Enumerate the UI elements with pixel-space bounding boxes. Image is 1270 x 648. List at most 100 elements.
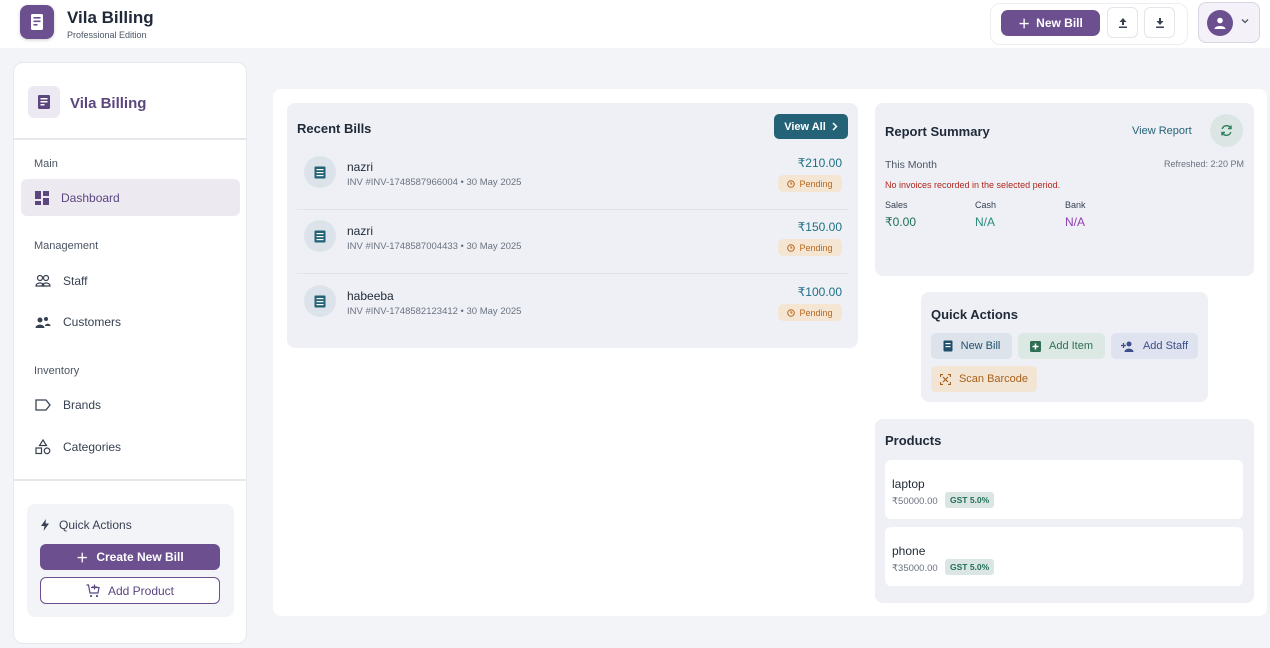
user-plus-icon (1120, 341, 1134, 352)
top-bar: Vila Billing Professional Edition ＋ New … (0, 0, 1270, 48)
product-price: ₹35000.00 (892, 563, 938, 574)
bill-row[interactable]: habeeba INV #INV-1748582123412 • 30 May … (297, 275, 848, 339)
invoice-icon (304, 285, 336, 317)
report-summary-card: Report Summary View Report This Month Re… (875, 103, 1254, 276)
status-badge: Pending (778, 239, 842, 256)
report-period: This Month (885, 159, 937, 171)
download-button[interactable] (1144, 7, 1175, 38)
bill-customer-name: habeeba (347, 289, 394, 303)
stat-value: N/A (975, 215, 996, 229)
clock-icon (787, 308, 796, 317)
sidebar-item-dashboard[interactable]: Dashboard (21, 179, 240, 216)
bill-invoice-meta: INV #INV-1748587004433 • 30 May 2025 (347, 241, 522, 252)
quick-actions-heading: Quick Actions (41, 518, 132, 532)
refreshed-time: Refreshed: 2:20 PM (1163, 159, 1244, 169)
qa-scan-barcode-button[interactable]: Scan Barcode (931, 366, 1037, 392)
stat-cash: Cash N/A (975, 200, 997, 229)
clock-icon (787, 243, 796, 252)
sidebar-item-label: Brands (63, 397, 102, 412)
bill-amount: ₹150.00 (797, 220, 842, 234)
plus-icon: ＋ (1018, 16, 1031, 31)
qa-new-bill-button[interactable]: New Bill (931, 333, 1012, 359)
gst-badge: GST 5.0% (945, 559, 995, 575)
bill-row[interactable]: nazri INV #INV-1748587966004 • 30 May 20… (297, 146, 848, 210)
quick-actions-card: Quick Actions New Bill Add Item Add Staf… (921, 292, 1208, 402)
bill-amount: ₹100.00 (797, 285, 842, 299)
sidebar-item-label: Staff (63, 273, 88, 288)
gst-badge: GST 5.0% (945, 492, 995, 508)
app-title: Vila Billing (67, 8, 154, 27)
product-item[interactable]: phone ₹35000.00 GST 5.0% (885, 527, 1243, 586)
product-name: laptop (892, 477, 925, 491)
bill-row[interactable]: nazri INV #INV-1748587004433 • 30 May 20… (297, 210, 848, 274)
sidebar: Vila Billing Main Dashboard Management S… (13, 62, 247, 644)
download-icon (1155, 17, 1164, 28)
refresh-icon (1221, 124, 1232, 137)
app-subtitle: Professional Edition (67, 30, 147, 40)
chevron-down-icon (1241, 19, 1249, 24)
refresh-button[interactable] (1210, 114, 1243, 147)
products-card: Products laptop ₹50000.00 GST 5.0% phone… (875, 419, 1254, 603)
dashboard-icon (35, 190, 49, 205)
plus-icon: ＋ (76, 550, 89, 565)
new-bill-button[interactable]: ＋ New Bill (1001, 10, 1100, 36)
clock-icon (787, 179, 796, 188)
bill-invoice-meta: INV #INV-1748587966004 • 30 May 2025 (347, 177, 522, 188)
report-summary-title: Report Summary (885, 124, 990, 139)
products-title: Products (885, 433, 942, 448)
quick-actions-title: Quick Actions (931, 307, 1018, 322)
users-icon (35, 274, 51, 287)
upload-icon (1118, 17, 1127, 28)
bill-customer-name: nazri (347, 160, 374, 174)
product-price: ₹50000.00 (892, 496, 938, 507)
sidebar-item-label: Customers (63, 314, 122, 329)
bill-amount: ₹210.00 (797, 156, 842, 170)
profile-menu-button[interactable] (1198, 2, 1260, 43)
main-content: Recent Bills View All nazri INV #INV-174… (273, 89, 1267, 616)
stat-value: ₹0.00 (885, 215, 916, 229)
tag-icon (35, 398, 51, 411)
sidebar-item-brands[interactable]: Brands (21, 386, 240, 423)
qa-add-staff-button[interactable]: Add Staff (1111, 333, 1198, 359)
stat-value: N/A (1065, 215, 1086, 229)
recent-bills-title: Recent Bills (297, 121, 372, 136)
section-main: Main (34, 158, 58, 170)
cart-plus-icon (86, 583, 100, 597)
status-badge: Pending (778, 175, 842, 192)
recent-bills-card: Recent Bills View All nazri INV #INV-174… (287, 103, 858, 348)
receipt-icon (20, 5, 54, 39)
view-all-button[interactable]: View All (774, 114, 848, 139)
upload-button[interactable] (1107, 7, 1138, 38)
invoice-icon (304, 220, 336, 252)
add-product-button[interactable]: Add Product (40, 577, 220, 604)
sidebar-item-label: Categories (63, 439, 122, 454)
view-report-link[interactable]: View Report (1132, 125, 1192, 137)
sidebar-item-customers[interactable]: Customers (21, 303, 240, 340)
new-bill-label: New Bill (1036, 16, 1083, 30)
product-item[interactable]: laptop ₹50000.00 GST 5.0% (885, 460, 1243, 519)
product-name: phone (892, 544, 926, 558)
bill-customer-name: nazri (347, 224, 374, 238)
sidebar-quick-actions: Quick Actions ＋ Create New Bill Add Prod… (27, 504, 234, 617)
section-inventory: Inventory (34, 365, 80, 377)
barcode-scan-icon (939, 373, 951, 385)
invoice-icon (304, 156, 336, 188)
sidebar-item-categories[interactable]: Categories (21, 428, 240, 465)
sidebar-divider (14, 479, 246, 481)
section-management: Management (34, 240, 99, 252)
receipt-icon (28, 86, 60, 118)
receipt-icon (943, 340, 953, 352)
chevron-right-icon (832, 122, 838, 131)
create-new-bill-button[interactable]: ＋ Create New Bill (40, 544, 220, 570)
sidebar-item-label: Dashboard (61, 190, 120, 205)
avatar (1207, 10, 1233, 36)
lightning-icon (41, 519, 49, 531)
customers-icon (35, 316, 51, 328)
bill-invoice-meta: INV #INV-1748582123412 • 30 May 2025 (347, 306, 522, 317)
sidebar-title: Vila Billing (70, 95, 147, 112)
shapes-icon (35, 438, 51, 454)
status-badge: Pending (778, 304, 842, 321)
qa-add-item-button[interactable]: Add Item (1018, 333, 1105, 359)
sidebar-brand: Vila Billing (14, 63, 246, 140)
sidebar-item-staff[interactable]: Staff (21, 262, 240, 299)
